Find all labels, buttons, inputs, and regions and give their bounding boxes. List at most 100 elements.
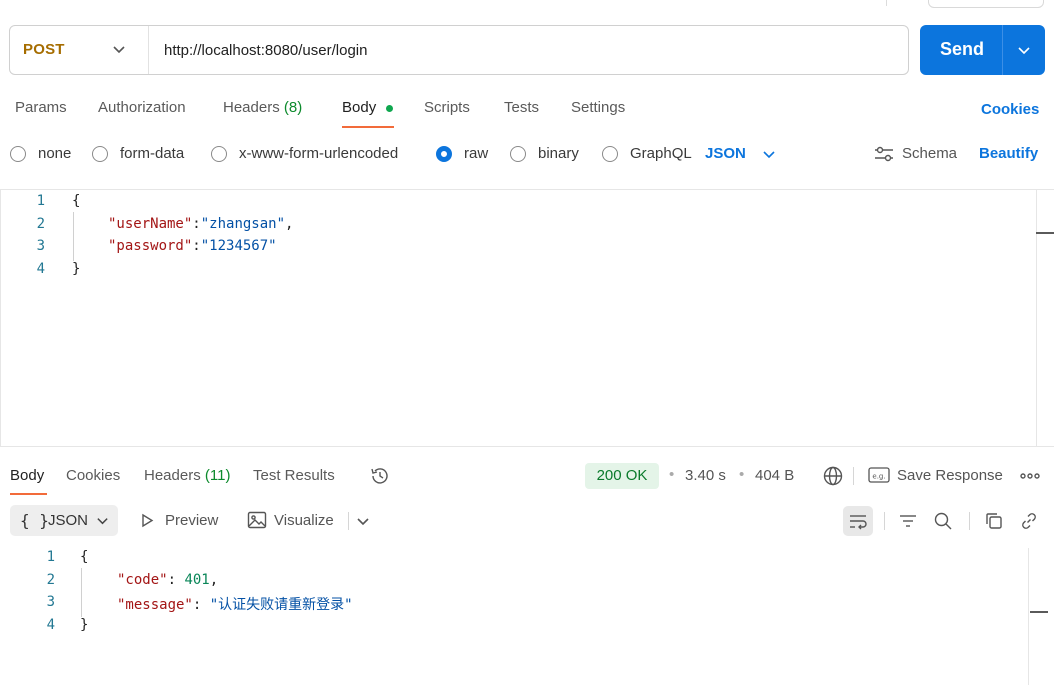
editor-scroll-marker (1036, 232, 1054, 234)
status-badge[interactable]: 200 OK (585, 463, 659, 489)
json-string: "1234567" (200, 238, 277, 254)
response-time[interactable]: 3.40 s (685, 467, 726, 484)
line-number: 3 (46, 594, 55, 610)
line-number: 2 (46, 572, 55, 588)
radio-raw[interactable] (436, 146, 452, 162)
globe-icon[interactable] (822, 465, 844, 487)
code-brace-close[interactable]: } (80, 617, 88, 633)
tab-settings[interactable]: Settings (571, 99, 625, 116)
line-number: 4 (46, 617, 55, 633)
method-select[interactable]: POST (23, 41, 65, 58)
line-number: 4 (36, 261, 45, 277)
radio-binary-label[interactable]: binary (538, 145, 579, 162)
radio-none-label[interactable]: none (38, 145, 71, 162)
schema-button[interactable]: Schema (902, 145, 957, 162)
top-separator (886, 0, 887, 6)
json-string: "认证失败请重新登录" (209, 597, 353, 613)
radio-raw-label[interactable]: raw (464, 145, 488, 162)
radio-binary[interactable] (510, 146, 526, 162)
chevron-down-icon[interactable] (762, 147, 776, 161)
response-tab-body-underline (10, 493, 47, 495)
chevron-down-icon[interactable] (112, 42, 126, 56)
response-size[interactable]: 404 B (755, 467, 794, 484)
json-braces-icon: { } (20, 511, 49, 530)
json-string: "zhangsan" (200, 216, 286, 232)
link-icon[interactable] (1019, 511, 1039, 531)
response-tab-headers-label: Headers (144, 467, 201, 484)
tab-authorization[interactable]: Authorization (98, 99, 186, 116)
editor-scrollbar-track[interactable] (1036, 189, 1037, 447)
history-icon[interactable] (369, 465, 391, 487)
code-brace-close[interactable]: } (72, 261, 80, 277)
tab-headers-label: Headers (223, 99, 280, 116)
meta-separator: • (739, 466, 745, 483)
radio-urlencoded[interactable] (211, 146, 227, 162)
tab-body[interactable]: Body (342, 99, 376, 116)
radio-none[interactable] (10, 146, 26, 162)
json-number: 401 (184, 572, 210, 588)
meta-separator: • (669, 466, 675, 483)
example-icon[interactable]: e.g. (868, 466, 890, 484)
tab-headers[interactable]: Headers (8) (223, 99, 302, 116)
radio-urlencoded-label[interactable]: x-www-form-urlencoded (239, 145, 398, 162)
json-key: "userName" (108, 216, 193, 232)
top-partial-button[interactable] (928, 0, 1044, 8)
send-button-label[interactable]: Send (940, 39, 984, 60)
example-icon-label: e.g. (872, 473, 885, 481)
line-number: 3 (36, 238, 45, 254)
json-key: "password" (108, 238, 193, 254)
toolbar-divider (969, 512, 970, 530)
response-tab-headers-count: (11) (204, 467, 231, 484)
radio-form-data-label[interactable]: form-data (120, 145, 184, 162)
radio-graphql[interactable] (602, 146, 618, 162)
response-tab-test-results[interactable]: Test Results (253, 467, 335, 484)
response-tab-headers[interactable]: Headers (11) (144, 467, 230, 484)
json-key: "code" (117, 572, 168, 588)
line-number: 2 (36, 216, 45, 232)
indent-guide (73, 212, 74, 261)
chevron-down-icon (97, 518, 108, 525)
visualize-button[interactable]: Visualize (274, 512, 334, 529)
save-response-button[interactable]: Save Response (897, 467, 1003, 484)
editor-border-top (0, 189, 1054, 190)
code-brace-open[interactable]: { (72, 193, 80, 209)
url-input[interactable]: http://localhost:8080/user/login (164, 42, 367, 59)
tab-params[interactable]: Params (15, 99, 67, 116)
radio-graphql-label[interactable]: GraphQL (630, 145, 692, 162)
copy-icon[interactable] (984, 511, 1004, 531)
beautify-button[interactable]: Beautify (979, 145, 1038, 162)
code-line[interactable]: "code": 401, (117, 572, 218, 588)
radio-form-data[interactable] (92, 146, 108, 162)
json-key: "message" (117, 597, 193, 613)
url-bar (9, 25, 909, 75)
tab-headers-count: (8) (283, 99, 303, 116)
send-divider (1002, 25, 1003, 75)
preview-button[interactable]: Preview (165, 512, 218, 529)
send-options-chevron-icon[interactable] (1017, 43, 1031, 57)
editor-border-left (0, 189, 1, 447)
chevron-down-icon[interactable] (356, 514, 370, 528)
toolbar-divider (884, 512, 885, 530)
line-number: 1 (46, 549, 55, 565)
image-icon (247, 511, 267, 529)
cookies-link[interactable]: Cookies (981, 101, 1039, 118)
code-line[interactable]: "userName":"zhangsan", (108, 216, 293, 232)
response-tab-body[interactable]: Body (10, 467, 44, 484)
more-options-icon[interactable] (1020, 470, 1040, 482)
play-icon (142, 513, 154, 528)
body-format-select[interactable]: JSON (705, 145, 746, 162)
filter-icon[interactable] (898, 512, 918, 530)
code-line[interactable]: "password":"1234567" (108, 238, 277, 254)
response-format-label: JSON (48, 512, 89, 529)
code-brace-open[interactable]: { (80, 549, 88, 565)
url-divider (148, 26, 149, 74)
toolbar-divider (348, 512, 349, 530)
schema-icon[interactable] (873, 145, 895, 163)
tab-scripts[interactable]: Scripts (424, 99, 470, 116)
tab-tests[interactable]: Tests (504, 99, 539, 116)
response-scrollbar-track[interactable] (1028, 548, 1029, 685)
wrap-lines-icon (850, 515, 867, 530)
search-icon[interactable] (933, 511, 953, 531)
code-line[interactable]: "message": "认证失败请重新登录" (117, 594, 353, 614)
response-tab-cookies[interactable]: Cookies (66, 467, 120, 484)
